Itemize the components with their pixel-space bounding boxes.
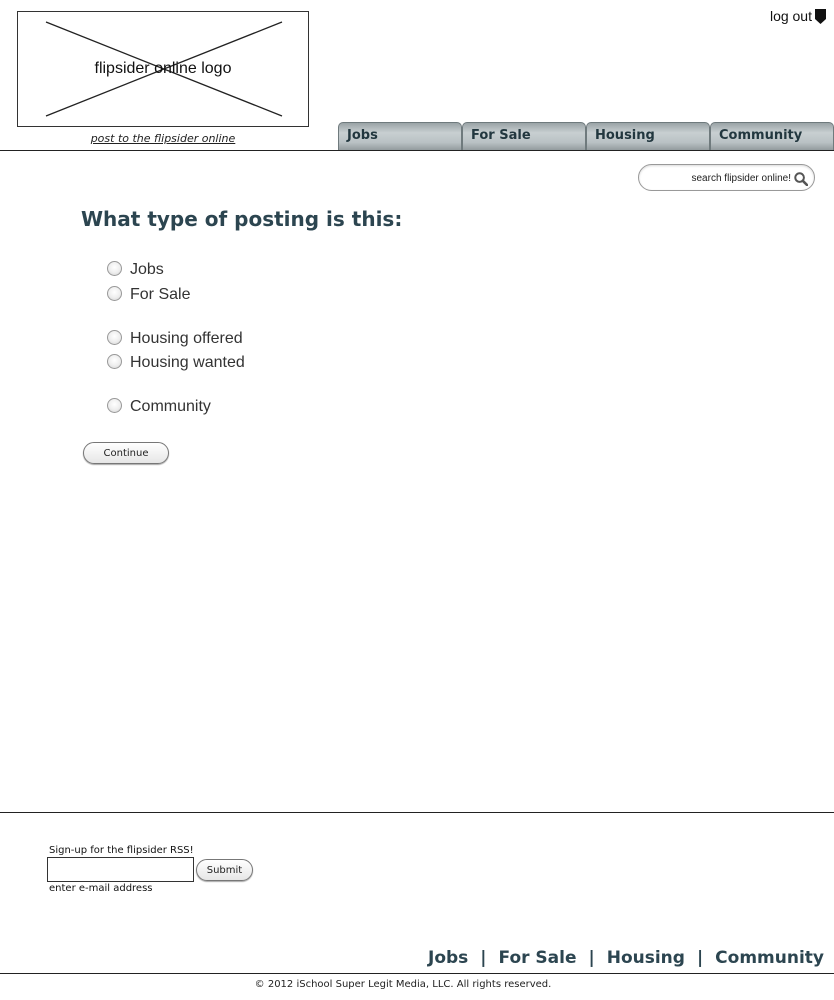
main-nav: Jobs For Sale Housing Community (338, 122, 834, 151)
logout-label: log out (769, 8, 812, 24)
footer-link-jobs[interactable]: Jobs (428, 948, 468, 968)
radio-label: For Sale (130, 286, 191, 303)
search-box (638, 164, 815, 191)
radio-button[interactable] (107, 353, 122, 369)
radio-button[interactable] (107, 329, 122, 345)
footer-link-community[interactable]: Community (715, 948, 824, 968)
email-field[interactable] (47, 857, 194, 882)
radio-button[interactable] (107, 397, 122, 413)
footer-separator: | (480, 948, 487, 968)
radio-label: Community (130, 398, 211, 415)
radio-label: Jobs (130, 261, 164, 278)
continue-button[interactable]: Continue (83, 442, 169, 464)
footer-separator: | (588, 948, 595, 968)
post-link[interactable]: post to the flipsider online (17, 132, 309, 145)
tab-housing[interactable]: Housing (586, 122, 710, 151)
footer-divider (0, 812, 834, 813)
radio-label: Housing wanted (130, 354, 245, 371)
footer-bottom-divider (0, 973, 834, 974)
footer-link-housing[interactable]: Housing (607, 948, 685, 968)
tab-community[interactable]: Community (710, 122, 834, 151)
radio-label: Housing offered (130, 330, 243, 347)
logout-icon (815, 8, 826, 24)
logout-button[interactable]: log out (770, 8, 826, 24)
rss-signup-label: Sign-up for the flipsider RSS! (49, 845, 194, 856)
radio-option-for-sale[interactable]: For Sale (107, 284, 191, 303)
header-divider (0, 150, 834, 151)
tab-jobs[interactable]: Jobs (338, 122, 462, 151)
radio-option-community[interactable]: Community (107, 396, 211, 415)
radio-button[interactable] (107, 260, 122, 276)
copyright: © 2012 iSchool Super Legit Media, LLC. A… (254, 979, 552, 990)
tab-for-sale[interactable]: For Sale (462, 122, 586, 151)
page-title: What type of posting is this: (81, 207, 403, 231)
radio-option-housing-offered[interactable]: Housing offered (107, 328, 243, 347)
search-input[interactable] (651, 169, 791, 187)
logo-placeholder: flipsider online logo (17, 11, 309, 127)
email-hint: enter e-mail address (49, 883, 153, 894)
search-icon[interactable] (794, 171, 809, 187)
radio-option-housing-wanted[interactable]: Housing wanted (107, 352, 245, 371)
radio-button[interactable] (107, 285, 122, 301)
footer-link-for-sale[interactable]: For Sale (499, 948, 577, 968)
logo-text: flipsider online logo (94, 60, 232, 77)
footer-separator: | (696, 948, 704, 968)
submit-button[interactable]: Submit (196, 859, 253, 881)
footer-nav: Jobs | For Sale | Housing | Community (428, 948, 824, 968)
radio-option-jobs[interactable]: Jobs (107, 259, 164, 278)
